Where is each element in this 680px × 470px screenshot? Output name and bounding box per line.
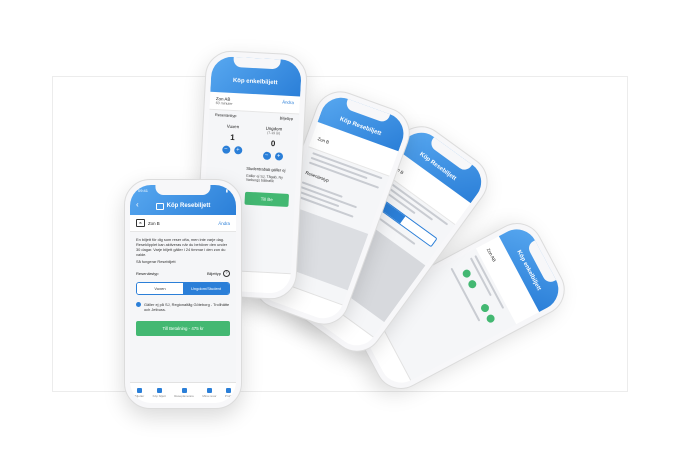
page-title: Köp Resebiljett <box>166 203 211 209</box>
status-time: 09:41 <box>138 188 149 193</box>
tab-buy[interactable]: Köp biljett <box>153 388 166 398</box>
phone-b-stepper[interactable]: − + <box>221 145 242 155</box>
battery-icon: ▮ <box>225 188 228 193</box>
phone-b-col2-sub: (7-19 år) <box>267 130 281 136</box>
info-text: Gäller ej på SJ, Regionaltåg Göteborg - … <box>144 302 230 312</box>
minus-icon[interactable]: − <box>221 145 230 154</box>
phone-b-left-label: Resenärstyp <box>214 113 237 119</box>
phone-mockup-main: 09:41 ▮ ‹ Köp Resebiljett B Zon B Ändra … <box>124 179 242 409</box>
segment-youth-student[interactable]: Ungdom/Student <box>183 283 229 294</box>
zone-row[interactable]: B Zon B Ändra <box>130 215 236 232</box>
tab-label: Köp biljett <box>152 394 166 398</box>
tab-profile[interactable]: Profil <box>225 388 232 398</box>
tab-trips[interactable]: Mina resor <box>202 388 216 398</box>
phone-e-stepper[interactable] <box>461 267 478 290</box>
tab-tickets[interactable]: Biljetter <box>134 388 144 398</box>
help-label: Biljettyp <box>206 271 221 276</box>
phone-b-col2-value: 0 <box>270 139 276 149</box>
plus-icon[interactable]: + <box>274 152 283 161</box>
checkout-button[interactable]: Till Betalning - 475 kr <box>136 321 230 336</box>
phone-e-stepper[interactable] <box>479 302 496 324</box>
phone-b-col1-value: 1 <box>229 132 235 143</box>
traveler-type-row: Resenärstyp Biljettyp ? <box>130 266 236 280</box>
ticket-icon <box>155 202 164 210</box>
phone-b-right-label: Biljettyp <box>279 116 294 122</box>
info-notice: Gäller ej på SJ, Regionaltåg Göteborg - … <box>130 297 236 314</box>
help-icon[interactable]: ? <box>223 270 230 277</box>
phone-b-counters: Vuxen 1 − + Ungdom (7-19 år) 0 − + <box>207 120 299 165</box>
info-icon <box>136 302 141 307</box>
segment-adult[interactable]: Vuxen <box>137 283 183 294</box>
ticket-description: En biljett för dig som reser ofta, men i… <box>136 237 228 257</box>
phone-b-counter-youth: Ungdom (7-19 år) 0 − + <box>262 126 284 161</box>
tab-bar: Biljetter Köp biljett Reseplanerare Mina… <box>130 382 236 403</box>
zone-name: Zon B <box>148 220 160 226</box>
plus-icon[interactable]: + <box>233 146 242 155</box>
ticket-type-help[interactable]: Biljettyp ? <box>207 270 230 277</box>
zone-badge: B <box>136 219 145 227</box>
traveler-segmented-control: Vuxen Ungdom/Student <box>136 282 230 295</box>
phone-b-counter-adult: Vuxen 1 − + <box>221 123 243 158</box>
tab-label: Biljetter <box>134 394 145 398</box>
main-screen: 09:41 ▮ ‹ Köp Resebiljett B Zon B Ändra … <box>130 185 236 403</box>
back-button[interactable]: ‹ <box>136 200 139 209</box>
traveler-type-label: Resenärstyp <box>136 271 159 276</box>
phone-notch <box>155 185 211 195</box>
profile-tab-icon <box>225 388 231 393</box>
minus-icon[interactable]: − <box>262 151 271 160</box>
phone-b-zone-sub: 60 minuter <box>215 101 233 106</box>
change-zone-link[interactable]: Ändra <box>218 221 230 226</box>
tab-label: Mina resor <box>202 394 217 398</box>
trips-tab-icon <box>206 388 212 393</box>
ticket-tab-icon <box>136 388 142 393</box>
tab-planner[interactable]: Reseplanerare <box>174 388 194 398</box>
phone-c-zone-name: Zon B <box>317 136 330 145</box>
tab-label: Profil <box>224 394 232 398</box>
phone-b-change-link[interactable]: Ändra <box>282 100 294 110</box>
more-info-link[interactable]: Så fungerar Resebiljett <box>130 259 236 266</box>
phone-b-col1-label: Vuxen <box>226 123 240 130</box>
planner-tab-icon <box>181 388 187 393</box>
phone-b-stepper[interactable]: − + <box>262 151 283 161</box>
cart-tab-icon <box>156 388 162 393</box>
nav-bar: ‹ Köp Resebiljett <box>130 197 236 215</box>
phone-b-cta[interactable]: Till Be <box>244 191 290 207</box>
tab-label: Reseplanerare <box>174 394 194 398</box>
phone-e-zone-name: Zon AB <box>485 247 497 263</box>
